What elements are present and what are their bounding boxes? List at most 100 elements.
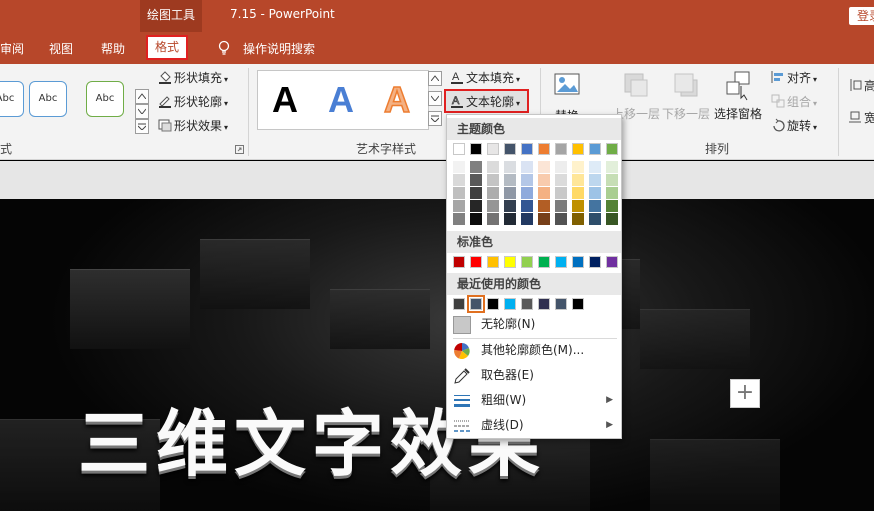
- theme-color-swatch[interactable]: [487, 143, 499, 155]
- standard-color-swatch[interactable]: [606, 256, 618, 268]
- theme-color-swatch[interactable]: [538, 143, 550, 155]
- theme-color-shade-swatch[interactable]: [572, 174, 584, 186]
- theme-color-shade-swatch[interactable]: [555, 174, 567, 186]
- theme-color-shade-swatch[interactable]: [589, 200, 601, 212]
- text-fill-button[interactable]: A 文本填充 ▾: [450, 69, 520, 87]
- theme-color-swatch[interactable]: [504, 143, 516, 155]
- theme-color-shade-swatch[interactable]: [589, 213, 601, 225]
- wordart-style-orange[interactable]: A: [383, 78, 411, 121]
- wordart-style-black[interactable]: A: [272, 79, 298, 121]
- theme-color-shade-swatch[interactable]: [572, 187, 584, 199]
- standard-color-swatch[interactable]: [589, 256, 601, 268]
- recent-color-swatch[interactable]: [538, 298, 550, 310]
- standard-color-swatch[interactable]: [555, 256, 567, 268]
- tab-review[interactable]: 审阅: [0, 40, 24, 57]
- theme-color-shade-swatch[interactable]: [504, 187, 516, 199]
- theme-color-shade-swatch[interactable]: [538, 213, 550, 225]
- shape-fill-button[interactable]: 形状填充 ▾: [158, 69, 228, 87]
- dashes-item[interactable]: 虚线(D) ▶: [453, 414, 617, 438]
- recent-color-swatch[interactable]: [572, 298, 584, 310]
- theme-color-shade-swatch[interactable]: [504, 200, 516, 212]
- shape-style-preview-2[interactable]: Abc: [29, 81, 67, 117]
- gallery-down-button[interactable]: [135, 104, 149, 119]
- theme-color-shade-swatch[interactable]: [453, 174, 465, 186]
- theme-color-shade-swatch[interactable]: [606, 213, 618, 225]
- theme-color-shade-swatch[interactable]: [521, 174, 533, 186]
- wordart-gallery-down-button[interactable]: [428, 91, 442, 106]
- align-button[interactable]: 对齐 ▾: [771, 69, 817, 87]
- theme-color-shade-swatch[interactable]: [606, 187, 618, 199]
- recent-color-swatch[interactable]: [504, 298, 516, 310]
- theme-color-shade-swatch[interactable]: [572, 161, 584, 173]
- theme-color-swatch[interactable]: [572, 143, 584, 155]
- add-placeholder-icon[interactable]: +: [730, 379, 760, 408]
- theme-color-shade-swatch[interactable]: [470, 200, 482, 212]
- theme-color-shade-swatch[interactable]: [487, 213, 499, 225]
- theme-color-shade-swatch[interactable]: [538, 174, 550, 186]
- theme-color-shade-swatch[interactable]: [521, 200, 533, 212]
- standard-color-swatch[interactable]: [504, 256, 516, 268]
- theme-color-shade-swatch[interactable]: [521, 213, 533, 225]
- theme-color-shade-swatch[interactable]: [572, 200, 584, 212]
- login-button[interactable]: 登录: [849, 7, 874, 25]
- weight-item[interactable]: 粗细(W) ▶: [453, 389, 617, 413]
- theme-color-shade-swatch[interactable]: [606, 174, 618, 186]
- theme-color-swatch[interactable]: [606, 143, 618, 155]
- tab-format[interactable]: 格式: [146, 35, 188, 60]
- standard-color-swatch[interactable]: [538, 256, 550, 268]
- theme-color-shade-swatch[interactable]: [504, 174, 516, 186]
- recent-color-swatch[interactable]: [521, 298, 533, 310]
- theme-color-swatch[interactable]: [555, 143, 567, 155]
- shape-style-preview-1[interactable]: Abc: [0, 81, 24, 117]
- theme-color-shade-swatch[interactable]: [589, 174, 601, 186]
- slide-canvas[interactable]: 三维文字效果 +: [0, 199, 874, 511]
- width-field[interactable]: 宽: [848, 109, 874, 127]
- theme-color-shade-swatch[interactable]: [538, 161, 550, 173]
- theme-color-shade-swatch[interactable]: [589, 187, 601, 199]
- recent-color-swatch[interactable]: [467, 295, 485, 313]
- group-objects-button[interactable]: 组合 ▾: [771, 93, 817, 111]
- theme-color-shade-swatch[interactable]: [606, 200, 618, 212]
- send-backward-button[interactable]: 下移一层: [662, 70, 710, 122]
- shape-effects-button[interactable]: 形状效果 ▾: [158, 117, 228, 135]
- theme-color-shade-swatch[interactable]: [487, 174, 499, 186]
- dialog-launcher-icon[interactable]: [235, 145, 244, 154]
- theme-color-swatch[interactable]: [453, 143, 465, 155]
- standard-color-swatch[interactable]: [470, 256, 482, 268]
- theme-color-shade-swatch[interactable]: [453, 213, 465, 225]
- theme-color-shade-swatch[interactable]: [521, 161, 533, 173]
- wordart-style-blue[interactable]: A: [328, 79, 354, 121]
- gallery-up-button[interactable]: [135, 89, 149, 104]
- theme-color-shade-swatch[interactable]: [555, 213, 567, 225]
- recent-color-swatch[interactable]: [453, 298, 465, 310]
- standard-color-swatch[interactable]: [521, 256, 533, 268]
- standard-color-swatch[interactable]: [572, 256, 584, 268]
- theme-color-swatch[interactable]: [470, 143, 482, 155]
- wordart-gallery-up-button[interactable]: [428, 71, 442, 86]
- theme-color-shade-swatch[interactable]: [487, 161, 499, 173]
- theme-color-shade-swatch[interactable]: [555, 161, 567, 173]
- recent-color-swatch[interactable]: [555, 298, 567, 310]
- tab-help[interactable]: 帮助: [101, 40, 125, 57]
- theme-color-shade-swatch[interactable]: [538, 187, 550, 199]
- height-field[interactable]: 高: [848, 77, 874, 95]
- theme-color-shade-swatch[interactable]: [555, 200, 567, 212]
- theme-color-shade-swatch[interactable]: [470, 161, 482, 173]
- theme-color-shade-swatch[interactable]: [453, 200, 465, 212]
- theme-color-shade-swatch[interactable]: [470, 187, 482, 199]
- gallery-more-button[interactable]: [135, 119, 149, 134]
- tell-me-search[interactable]: 操作说明搜索: [243, 40, 315, 57]
- theme-color-shade-swatch[interactable]: [470, 174, 482, 186]
- text-outline-button[interactable]: A 文本轮廓 ▾: [444, 89, 529, 113]
- theme-color-shade-swatch[interactable]: [453, 187, 465, 199]
- tab-view[interactable]: 视图: [49, 40, 73, 57]
- selection-pane-button[interactable]: 选择窗格: [714, 70, 762, 122]
- eyedropper-item[interactable]: 取色器(E): [453, 364, 617, 388]
- theme-color-shade-swatch[interactable]: [487, 200, 499, 212]
- theme-color-shade-swatch[interactable]: [589, 161, 601, 173]
- standard-color-swatch[interactable]: [453, 256, 465, 268]
- shape-outline-button[interactable]: 形状轮廓 ▾: [158, 93, 228, 111]
- theme-color-shade-swatch[interactable]: [555, 187, 567, 199]
- theme-color-shade-swatch[interactable]: [487, 187, 499, 199]
- theme-color-shade-swatch[interactable]: [572, 213, 584, 225]
